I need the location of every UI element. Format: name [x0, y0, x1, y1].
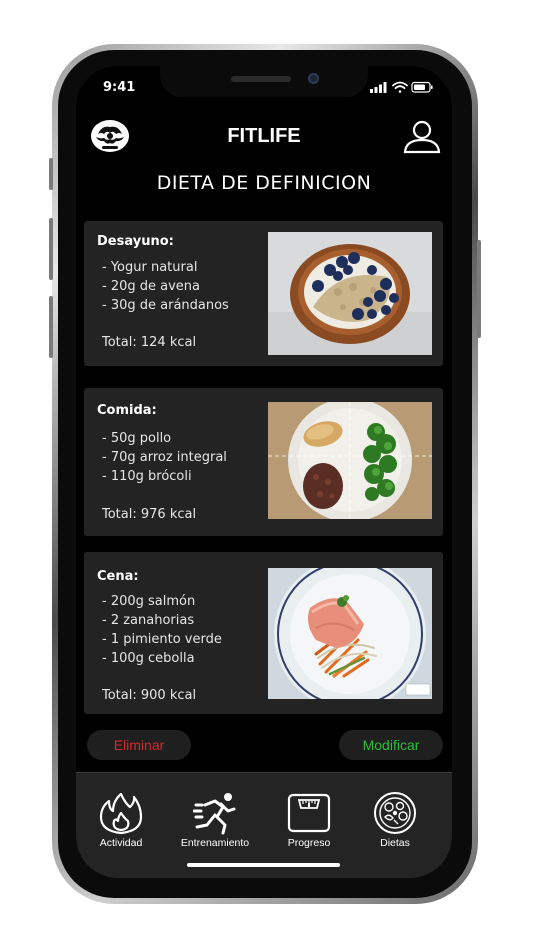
meal-card-dinner[interactable]: Cena: - 200g salmón - 2 zanahorias - 1 p… [84, 552, 443, 714]
meal-total: Total: 124 kcal [102, 335, 197, 350]
front-camera [308, 73, 319, 84]
profile-icon[interactable] [402, 118, 442, 154]
meal-title: Comida: [97, 403, 157, 418]
power-button [477, 240, 481, 338]
volume-up-button [49, 218, 53, 280]
ingredient-item: - Yogur natural [102, 260, 198, 275]
app-title: FITLIFE [227, 125, 301, 147]
food-plate-icon [374, 792, 416, 834]
ingredient-item: - 2 zanahorias [102, 613, 195, 628]
flame-icon [99, 792, 143, 835]
scale-icon [287, 793, 331, 833]
meal-card-breakfast[interactable]: Desayuno: - Yogur natural - 20g de avena… [84, 221, 443, 366]
tab-training[interactable]: Entrenamiento [170, 791, 260, 849]
lunch-photo [268, 402, 432, 519]
status-icons [370, 81, 433, 93]
meal-ingredients: - Yogur natural - 20g de avena - 30g de … [102, 258, 229, 315]
wifi-icon [392, 81, 408, 93]
meal-total: Total: 976 kcal [102, 507, 197, 522]
breakfast-photo [268, 232, 432, 355]
ingredient-item: - 100g cebolla [102, 651, 195, 666]
meal-ingredients: - 50g pollo - 70g arroz integral - 110g … [102, 429, 227, 486]
ingredient-item: - 1 pimiento verde [102, 632, 222, 647]
tab-label: Actividad [99, 837, 143, 849]
tab-label: Dietas [380, 837, 410, 849]
battery-icon [411, 81, 433, 93]
ingredient-item: - 70g arroz integral [102, 450, 227, 465]
notch [160, 66, 368, 97]
meal-ingredients: - 200g salmón - 2 zanahorias - 1 pimient… [102, 592, 222, 668]
tab-diets[interactable]: Dietas [350, 791, 440, 849]
volume-down-button [49, 296, 53, 358]
ingredient-item: - 30g de arándanos [102, 298, 229, 313]
ingredient-item: - 20g de avena [102, 279, 200, 294]
mute-switch [49, 158, 53, 190]
speaker-grille [231, 76, 291, 82]
ingredient-item: - 50g pollo [102, 431, 172, 446]
runner-icon [193, 793, 236, 835]
dinner-photo [268, 568, 432, 699]
meal-title: Desayuno: [97, 234, 174, 249]
app-header: FITLIFE [76, 114, 452, 160]
phone-screen: 9:41 FITLIFE DIETA DE DEFINICION Desayun… [76, 66, 452, 878]
home-indicator[interactable] [187, 863, 340, 867]
ingredient-item: - 200g salmón [102, 594, 196, 609]
tab-label: Entrenamiento [180, 837, 250, 849]
page-title: DIETA DE DEFINICION [156, 172, 372, 194]
ingredient-item: - 110g brócoli [102, 469, 192, 484]
edit-button[interactable]: Modificar [339, 730, 443, 760]
meal-card-lunch[interactable]: Comida: - 50g pollo - 70g arroz integral… [84, 388, 443, 536]
tab-progress[interactable]: Progreso [264, 791, 354, 849]
tab-label: Progreso [287, 837, 331, 849]
meal-title: Cena: [97, 569, 139, 584]
delete-button[interactable]: Eliminar [87, 730, 191, 760]
tab-activity[interactable]: Actividad [76, 791, 166, 849]
status-time: 9:41 [103, 80, 136, 95]
meal-total: Total: 900 kcal [102, 688, 197, 703]
signal-icon [370, 82, 387, 93]
